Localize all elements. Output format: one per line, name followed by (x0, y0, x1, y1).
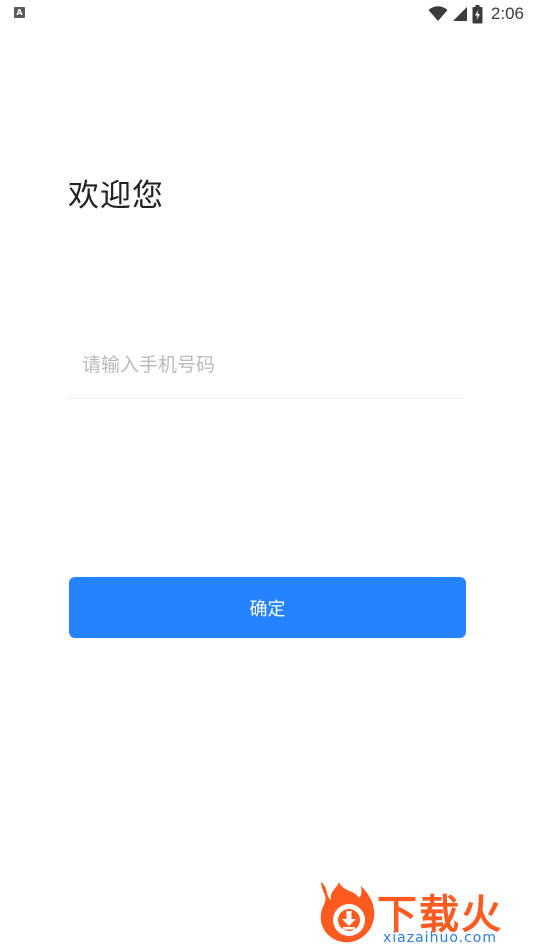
status-icons: 2:06 (428, 2, 524, 26)
confirm-button[interactable]: 确定 (69, 577, 466, 638)
phone-number-input[interactable] (68, 340, 464, 390)
login-screen: A 2:06 欢迎您 确定 (0, 0, 534, 950)
phone-field-container (68, 340, 464, 399)
watermark-domain: xiazaihuo.com (383, 930, 497, 946)
wifi-icon (428, 6, 448, 21)
status-time: 2:06 (490, 4, 524, 23)
battery-charging-icon (472, 4, 483, 23)
page-title: 欢迎您 (68, 178, 164, 214)
cell-signal-icon (452, 7, 467, 21)
keyboard-a-icon: A (14, 7, 25, 18)
flame-logo-icon (320, 882, 375, 943)
status-bar: A 2:06 (0, 0, 534, 28)
watermark-logo: 下载火 xiazaihuo.com (315, 878, 530, 948)
